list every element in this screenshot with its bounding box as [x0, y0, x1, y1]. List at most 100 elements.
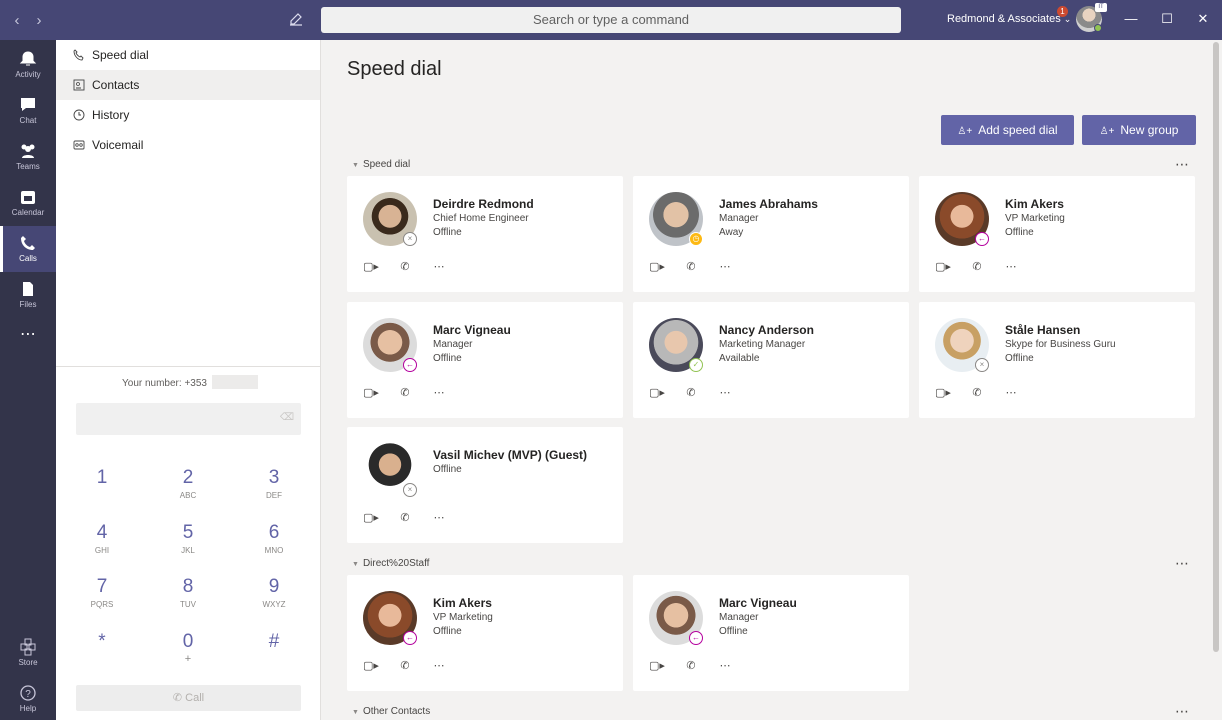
more-icon[interactable]: ⋯ — [431, 659, 447, 672]
compose-icon[interactable] — [289, 12, 303, 31]
contact-card[interactable]: ← Kim Akers VP Marketing Offline ▢▸ ✆ ⋯ — [347, 575, 623, 691]
dial-key-5[interactable]: 5 JKL — [158, 522, 218, 555]
status-available-icon: ✓ — [689, 358, 703, 372]
nav-speed-dial[interactable]: Speed dial — [56, 40, 320, 70]
section-direct-staff[interactable]: ▼ Direct%20Staff — [352, 558, 429, 569]
dial-key-2[interactable]: 2 ABC — [158, 467, 218, 500]
dial-key-0[interactable]: 0 + — [158, 631, 218, 665]
video-call-icon[interactable]: ▢▸ — [649, 659, 665, 672]
contact-card[interactable]: × Ståle Hansen Skype for Business Guru O… — [919, 302, 1195, 418]
section-other-contacts[interactable]: ▼ Other Contacts — [352, 706, 430, 717]
phone-icon[interactable]: ✆ — [683, 260, 699, 273]
phone-icon[interactable]: ✆ — [397, 386, 413, 399]
video-call-icon[interactable]: ▢▸ — [363, 659, 379, 672]
video-call-icon[interactable]: ▢▸ — [649, 386, 665, 399]
more-icon[interactable]: ⋯ — [1003, 386, 1019, 399]
call-button[interactable]: ✆ Call — [76, 685, 301, 711]
rail-teams[interactable]: Teams — [0, 134, 56, 180]
app-rail: Activity Chat Teams Calendar Calls Files… — [0, 40, 56, 720]
org-switcher[interactable]: Redmond & Associates ⌄ — [947, 13, 1071, 25]
minimize-icon[interactable]: — — [1122, 11, 1140, 26]
contact-card[interactable]: ◷ James Abrahams Manager Away ▢▸ ✆ ⋯ — [633, 176, 909, 292]
dial-key-4[interactable]: 4 GHI — [72, 522, 132, 555]
video-call-icon[interactable]: ▢▸ — [363, 386, 379, 399]
more-icon[interactable]: ⋯ — [1003, 260, 1019, 273]
section-more-icon[interactable]: ⋯ — [1175, 156, 1190, 173]
nav-voicemail[interactable]: Voicemail — [56, 130, 320, 160]
contact-card[interactable]: ← Marc Vigneau Manager Offline ▢▸ ✆ ⋯ — [347, 302, 623, 418]
nav-label: Speed dial — [92, 48, 149, 62]
dial-key-hash[interactable]: # — [244, 631, 304, 655]
rail-more[interactable]: ⋯ — [0, 320, 56, 366]
new-group-button[interactable]: ♙+ New group — [1082, 115, 1196, 145]
contact-name: Deirdre Redmond — [433, 197, 534, 211]
more-icon[interactable]: ⋯ — [431, 260, 447, 273]
video-call-icon[interactable]: ▢▸ — [935, 386, 951, 399]
chat-icon — [21, 98, 35, 111]
dial-key-8[interactable]: 8 TUV — [158, 576, 218, 609]
rail-help[interactable]: ? Help — [0, 676, 56, 720]
contact-name: Kim Akers — [433, 596, 492, 610]
dial-key-9[interactable]: 9 WXYZ — [244, 576, 304, 609]
dial-key-3[interactable]: 3 DEF — [244, 467, 304, 500]
nav-history[interactable]: History — [56, 100, 320, 130]
section-speed-dial[interactable]: ▼ Speed dial — [352, 159, 410, 170]
dial-key-7[interactable]: 7 PQRS — [72, 576, 132, 609]
phone-icon[interactable]: ✆ — [683, 659, 699, 672]
more-icon[interactable]: ⋯ — [717, 659, 733, 672]
contact-card[interactable]: ← Marc Vigneau Manager Offline ▢▸ ✆ ⋯ — [633, 575, 909, 691]
caret-down-icon: ▼ — [352, 561, 359, 568]
backspace-icon[interactable]: ⌫ — [280, 412, 294, 423]
phone-icon[interactable]: ✆ — [969, 386, 985, 399]
phone-icon[interactable]: ✆ — [969, 260, 985, 273]
phone-icon[interactable]: ✆ — [397, 260, 413, 273]
rail-activity[interactable]: Activity — [0, 42, 56, 88]
video-call-icon[interactable]: ▢▸ — [649, 260, 665, 273]
phone-icon: ✆ — [172, 692, 186, 704]
phone-icon[interactable]: ✆ — [397, 511, 413, 524]
more-icon[interactable]: ⋯ — [717, 386, 733, 399]
more-icon[interactable]: ⋯ — [431, 386, 447, 399]
section-more-icon[interactable]: ⋯ — [1175, 555, 1190, 572]
clock-icon — [73, 109, 85, 121]
rail-calendar[interactable]: Calendar — [0, 180, 56, 226]
dial-number-input[interactable]: ⌫ — [76, 403, 301, 435]
phone-icon[interactable]: ✆ — [683, 386, 699, 399]
back-arrow-icon[interactable]: ‹ — [6, 12, 28, 29]
rail-chat[interactable]: Chat — [0, 88, 56, 134]
video-call-icon[interactable]: ▢▸ — [363, 260, 379, 273]
status-out-of-office-icon: ← — [403, 631, 417, 645]
close-icon[interactable]: ✕ — [1194, 11, 1212, 27]
contact-status: Away — [719, 227, 744, 238]
more-icon[interactable]: ⋯ — [431, 511, 447, 524]
video-call-icon[interactable]: ▢▸ — [363, 511, 379, 524]
maximize-icon[interactable]: ☐ — [1158, 11, 1176, 27]
rail-store[interactable]: Store — [0, 630, 56, 676]
nav-contacts[interactable]: Contacts — [56, 70, 320, 100]
video-call-icon[interactable]: ▢▸ — [935, 260, 951, 273]
rail-calls[interactable]: Calls — [0, 226, 56, 272]
contact-role: VP Marketing — [433, 612, 493, 623]
dial-key-star[interactable]: * — [72, 631, 132, 655]
section-more-icon[interactable]: ⋯ — [1175, 703, 1190, 720]
phone-icon[interactable]: ✆ — [397, 659, 413, 672]
forward-arrow-icon[interactable]: › — [28, 12, 50, 29]
dial-key-6[interactable]: 6 MNO — [244, 522, 304, 555]
dial-key-1[interactable]: 1 — [72, 467, 132, 491]
speed-dial-main: Speed dial ♙+ Add speed dial ♙+ New group … — [321, 40, 1222, 720]
contact-status: Offline — [433, 353, 462, 364]
add-speed-dial-button[interactable]: ♙+ Add speed dial — [941, 115, 1074, 145]
scrollbar[interactable] — [1213, 42, 1219, 652]
contact-card[interactable]: × Vasil Michev (MVP) (Guest) Offline ▢▸ ✆… — [347, 427, 623, 543]
redacted-number — [212, 375, 258, 389]
contact-card[interactable]: × Deirdre Redmond Chief Home Engineer Of… — [347, 176, 623, 292]
contact-card[interactable]: ✓ Nancy Anderson Marketing Manager Avail… — [633, 302, 909, 418]
contact-card[interactable]: ← Kim Akers VP Marketing Offline ▢▸ ✆ ⋯ — [919, 176, 1195, 292]
search-input[interactable]: Search or type a command — [321, 7, 901, 33]
more-icon[interactable]: ⋯ — [717, 260, 733, 273]
rail-files[interactable]: Files — [0, 272, 56, 318]
your-number: Your number: +353 — [122, 378, 207, 389]
rail-label: Teams — [16, 162, 40, 171]
status-offline-icon: × — [403, 232, 417, 246]
title-bar: ‹ › Search or type a command Redmond & A… — [0, 0, 1222, 40]
